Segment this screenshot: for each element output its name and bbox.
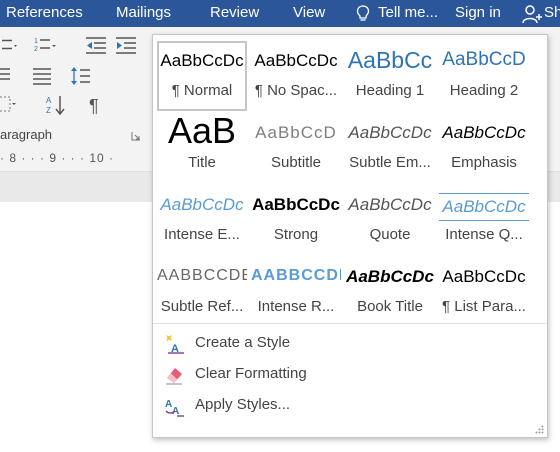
style-emphasis[interactable]: AaBbCcDc Emphasis <box>439 113 529 183</box>
style-name: Title <box>188 154 216 171</box>
numbering-icon[interactable]: 1 2 <box>33 35 57 57</box>
style-title[interactable]: AaB Title <box>157 110 247 183</box>
paragraph-group-label: aragraph <box>0 127 53 142</box>
command-label: Clear Formatting <box>195 365 307 382</box>
style-name: ¶ Normal <box>171 82 233 99</box>
style-sample: AaBbCcDc <box>442 123 526 142</box>
style-name: Subtitle <box>270 154 322 171</box>
style-sample: AABBCCDE <box>157 267 247 284</box>
style-name: Strong <box>273 226 319 243</box>
style-sample: AaBbCcD <box>255 123 337 142</box>
style-name: Intense R... <box>257 298 335 315</box>
style-sample: AaBbCcD <box>442 49 526 70</box>
style-intense-emphasis[interactable]: AaBbCcDc Intense E... <box>157 185 247 255</box>
style-sample: AABBCCDE <box>251 267 341 284</box>
style-name: Book Title <box>357 298 423 315</box>
person-icon <box>522 5 542 24</box>
style-quote[interactable]: AaBbCcDc Quote <box>345 185 435 255</box>
style-intense-reference[interactable]: AABBCCDE Intense R... <box>251 257 341 327</box>
style-sample: AaBbCcDc <box>348 195 432 214</box>
create-style-command[interactable]: A Create a Style <box>159 330 539 358</box>
line-spacing-icon[interactable] <box>70 65 94 87</box>
style-sample: AaBbCcDc <box>348 123 432 142</box>
lightbulb-icon <box>356 5 370 21</box>
style-name: Subtle Em... <box>349 154 431 171</box>
style-subtle-reference[interactable]: AABBCCDE Subtle Ref... <box>157 257 247 327</box>
pilcrow-icon[interactable]: ¶ <box>84 94 108 116</box>
style-name: ¶ No Spac... <box>254 82 338 99</box>
svg-text:¶: ¶ <box>89 96 99 116</box>
clear-formatting-command[interactable]: Clear Formatting <box>159 361 539 389</box>
style-name: ¶ List Para... <box>442 298 526 315</box>
style-strong[interactable]: AaBbCcDc Strong <box>251 185 341 255</box>
style-name: Intense Q... <box>445 226 523 243</box>
style-name: Heading 2 <box>449 82 519 99</box>
tab-review[interactable]: Review <box>210 0 259 27</box>
svg-text:2: 2 <box>34 46 38 53</box>
style-subtitle[interactable]: AaBbCcD Subtitle <box>251 113 341 183</box>
resize-grip-icon[interactable] <box>535 425 544 434</box>
bullets-icon[interactable] <box>0 35 18 57</box>
tell-me-label: Tell me... <box>378 4 439 21</box>
style-heading-1[interactable]: AaBbCc Heading 1 <box>345 41 435 111</box>
gallery-divider <box>153 323 547 324</box>
share-button[interactable]: Sh <box>520 0 560 27</box>
style-book-title[interactable]: AaBbCcDc Book Title <box>345 257 435 327</box>
style-subtle-emphasis[interactable]: AaBbCcDc Subtle Em... <box>345 113 435 183</box>
align-right-icon[interactable] <box>0 65 14 87</box>
style-sample: AaBbCcDc <box>346 267 434 286</box>
ruler-marks: · 8 · · · 9 · · · 10 · <box>0 151 115 165</box>
style-no-spacing[interactable]: AaBbCcDc ¶ No Spac... <box>251 41 341 111</box>
tab-references[interactable]: References <box>6 0 83 27</box>
dialog-launcher-icon[interactable] <box>131 131 141 141</box>
style-intense-quote[interactable]: AaBbCcDc Intense Q... <box>439 185 529 255</box>
style-heading-2[interactable]: AaBbCcD Heading 2 <box>439 41 529 111</box>
style-name: Emphasis <box>451 154 517 171</box>
style-name: Subtle Ref... <box>160 298 244 315</box>
apply-styles-command[interactable]: A A Apply Styles... <box>159 392 539 420</box>
apply-styles-icon: A A <box>165 399 184 417</box>
share-label: Sh <box>544 4 560 21</box>
style-sample: AaB <box>167 110 237 151</box>
styles-gallery-dropdown: AaBbCcDc ¶ Normal AaBbCcDc ¶ No Spac... … <box>152 34 548 438</box>
sort-icon[interactable]: A Z <box>44 94 68 116</box>
style-sample: AaBbCcDc <box>442 267 526 286</box>
style-normal[interactable]: AaBbCcDc ¶ Normal <box>157 41 247 111</box>
style-sample: AaBbCcDc <box>160 51 244 70</box>
style-name: Heading 1 <box>355 82 425 99</box>
eraser-icon <box>166 368 182 385</box>
svg-text:1: 1 <box>34 38 38 45</box>
command-label: Create a Style <box>195 334 291 351</box>
svg-text:Z: Z <box>46 106 51 115</box>
increase-indent-icon[interactable] <box>114 35 138 57</box>
command-label: Apply Styles... <box>195 396 291 413</box>
style-sample: AaBbCcDc <box>439 193 529 221</box>
svg-text:A: A <box>46 96 52 105</box>
style-name: Quote <box>369 226 411 243</box>
style-name: Intense E... <box>164 226 240 243</box>
ribbon-tab-bar: References Mailings Review View Tell me.… <box>0 0 560 27</box>
justify-icon[interactable] <box>30 65 54 87</box>
sign-in-link[interactable]: Sign in <box>455 0 501 27</box>
tab-mailings[interactable]: Mailings <box>116 0 171 27</box>
decrease-indent-icon[interactable] <box>84 35 108 57</box>
style-sample: AaBbCcDc <box>254 51 338 70</box>
style-sample: AaBbCcDc <box>252 195 340 214</box>
tab-view[interactable]: View <box>293 0 325 27</box>
style-list-paragraph[interactable]: AaBbCcDc ¶ List Para... <box>439 257 529 327</box>
create-style-icon: A <box>166 335 184 355</box>
borders-icon[interactable] <box>0 94 18 116</box>
style-sample: AaBbCc <box>347 47 433 73</box>
style-sample: AaBbCcDc <box>160 195 244 214</box>
